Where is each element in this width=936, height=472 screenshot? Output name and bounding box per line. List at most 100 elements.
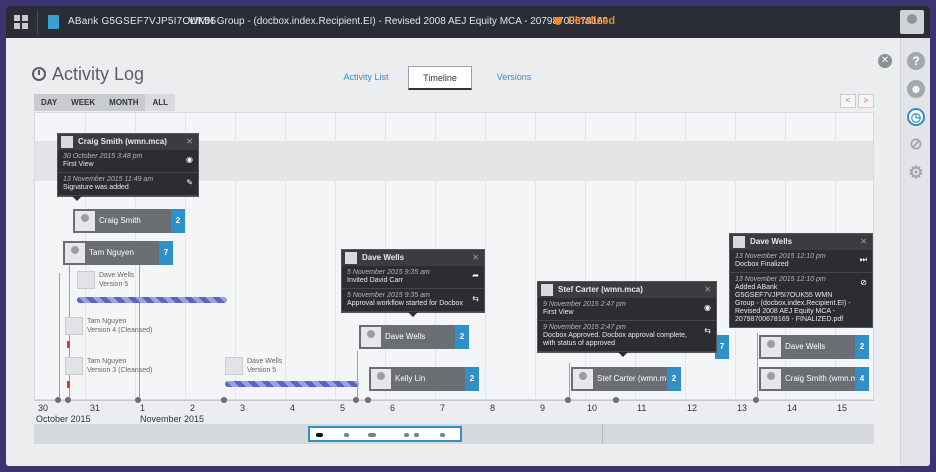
page-title: Activity Log <box>32 64 144 85</box>
entry-date: 9 November 2015 2:47 pm <box>543 301 626 308</box>
close-icon[interactable]: ✕ <box>186 134 193 150</box>
timeline-stem <box>59 273 60 399</box>
activity-card[interactable]: Craig Smith 2 <box>73 209 185 233</box>
right-rail: ? ☻ ◷ ⊘ ⚙ <box>900 38 930 466</box>
close-icon[interactable]: ✕ <box>472 250 479 266</box>
card-count: 2 <box>171 209 185 233</box>
event-dot[interactable] <box>353 397 359 403</box>
entry-text: Approval workflow started for Docbox <box>347 300 463 307</box>
axis-tick: 5 <box>340 403 346 413</box>
range-day-button[interactable]: DAY <box>34 94 64 111</box>
tab-versions[interactable]: Versions <box>486 66 542 90</box>
settings-icon[interactable]: ⚙ <box>907 164 925 182</box>
version-bar[interactable] <box>225 381 359 387</box>
axis-tick: 8 <box>490 403 496 413</box>
clock-icon <box>32 67 46 81</box>
version-label: Version 5 <box>247 367 277 374</box>
range-month-button[interactable]: MONTH <box>102 94 145 111</box>
close-icon[interactable]: ✕ <box>704 282 711 298</box>
popup-entry: 9 November 2015 2:47 pm Docbox Approved. … <box>538 321 716 352</box>
month-label: November 2015 <box>140 414 205 424</box>
event-dot[interactable] <box>753 397 759 403</box>
eye-icon: ◉ <box>186 155 193 164</box>
event-dot[interactable] <box>65 397 71 403</box>
next-button[interactable]: > <box>858 94 874 108</box>
version-label: Version 3 (Cleansed) <box>87 367 153 374</box>
status-badge: Finalized <box>554 15 615 27</box>
entry-text: Added ABank G5GSEF7VJP5I7OUK55 WMN Group… <box>735 284 851 323</box>
divider <box>602 424 603 444</box>
apps-grid-icon[interactable] <box>14 15 28 29</box>
user-avatar[interactable] <box>900 10 924 34</box>
version-author: Dave Wells <box>247 358 283 365</box>
card-count: 7 <box>159 241 173 265</box>
activity-card[interactable]: Tam Nguyen 7 <box>63 241 173 265</box>
axis-tick: 14 <box>787 403 798 413</box>
activity-card[interactable]: Kelly Lin 2 <box>369 367 479 391</box>
close-icon[interactable]: ✕ <box>860 234 867 250</box>
axis-tick: 6 <box>390 403 396 413</box>
scrubber-mark <box>368 433 376 437</box>
eye-icon: ◉ <box>704 303 711 312</box>
people-icon[interactable]: ☻ <box>907 80 925 98</box>
attachment-icon: ⊘ <box>860 278 867 287</box>
gridline <box>285 113 286 401</box>
timeline-stem <box>757 333 758 399</box>
version-author: Dave Wells <box>99 272 135 279</box>
previous-button[interactable]: < <box>840 94 856 108</box>
card-count: 7 <box>715 335 729 359</box>
tab-activity-list[interactable]: Activity List <box>336 66 396 90</box>
event-dot[interactable] <box>565 397 571 403</box>
event-dot[interactable] <box>365 397 371 403</box>
help-icon[interactable]: ? <box>907 52 925 70</box>
avatar <box>733 236 745 248</box>
card-count: 2 <box>465 367 479 391</box>
entry-date: 13 November 2015 12:10 pm <box>735 253 826 260</box>
entry-date: 13 November 2015 11:49 am <box>63 176 154 183</box>
axis-tick: 12 <box>687 403 698 413</box>
popup-entry: 5 November 2015 9:35 am Invited David Car… <box>342 266 484 289</box>
popup-entry: 30 October 2015 3:48 pm First View ◉ <box>58 150 198 173</box>
avatar <box>77 271 95 289</box>
axis-tick: 9 <box>540 403 546 413</box>
attachment-icon[interactable]: ⊘ <box>907 136 925 154</box>
popup-title: Craig Smith (wmn.mca) <box>78 137 167 146</box>
card-name: Dave Wells <box>385 332 426 341</box>
activity-card[interactable]: Craig Smith (wmn.m... 4 <box>759 367 869 391</box>
tab-timeline[interactable]: Timeline <box>408 66 472 90</box>
activity-card[interactable]: Dave Wells 2 <box>359 325 469 349</box>
range-week-button[interactable]: WEEK <box>64 94 102 111</box>
version-label: Version 4 (Cleansed) <box>87 327 153 334</box>
card-name: Stef Carter (wmn.m... <box>597 374 674 383</box>
axis-tick: 15 <box>837 403 848 413</box>
gridline <box>585 113 586 401</box>
finalize-icon: ⏭ <box>859 255 867 264</box>
activity-card[interactable]: Stef Carter (wmn.m... 2 <box>571 367 681 391</box>
axis-tick: 2 <box>190 403 196 413</box>
activity-popup: Dave Wells ✕ 5 November 2015 9:35 am Invit… <box>341 249 485 317</box>
workflow-icon: ⇆ <box>472 294 479 303</box>
avatar <box>761 337 781 357</box>
close-icon[interactable]: ✕ <box>878 54 892 68</box>
popup-pointer <box>618 352 628 357</box>
activity-card[interactable]: Dave Wells 2 <box>759 335 869 359</box>
entry-date: 5 November 2015 9:35 am <box>347 269 430 276</box>
workflow-icon: ⇆ <box>704 326 711 335</box>
axis-tick: 13 <box>737 403 748 413</box>
event-dot[interactable] <box>221 397 227 403</box>
axis-tick: 30 <box>38 403 49 413</box>
alert-marker <box>67 341 70 348</box>
scrubber-handle[interactable] <box>316 433 323 437</box>
app-window: ABank G5GSEF7VJP5I7OUK55 WMN Group - (do… <box>6 6 930 466</box>
entry-text: Invited David Carr <box>347 277 404 284</box>
event-dot[interactable] <box>613 397 619 403</box>
page-title-text: Activity Log <box>52 64 145 84</box>
event-dot[interactable] <box>55 397 61 403</box>
avatar <box>361 327 381 347</box>
range-all-button[interactable]: ALL <box>145 94 176 111</box>
history-icon[interactable]: ◷ <box>907 108 925 126</box>
scrubber-mark <box>440 433 445 437</box>
version-bar[interactable] <box>77 297 227 303</box>
popup-entry: 13 November 2015 12:10 pm Added ABank G5G… <box>730 273 872 327</box>
timeline-scrubber[interactable] <box>308 426 462 442</box>
